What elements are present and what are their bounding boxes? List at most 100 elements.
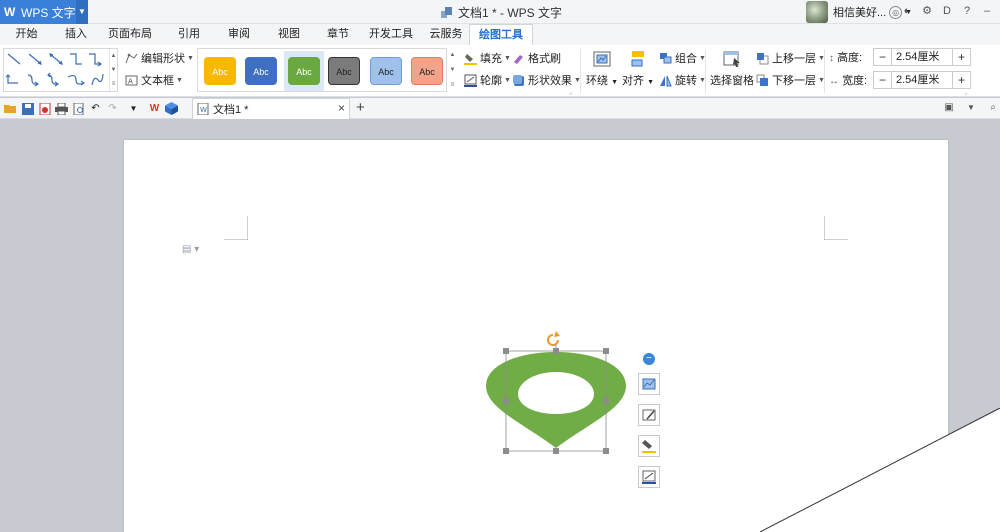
document-icon: W	[197, 103, 209, 115]
new-tab-button[interactable]: +	[356, 98, 365, 118]
app-name: WPS 文字	[21, 5, 76, 20]
user-account[interactable]: 相信美好... ◎ ▼	[806, 0, 912, 24]
collapse-toolbar-button[interactable]: −	[643, 353, 655, 365]
width-label: ↔ 宽度:	[829, 75, 868, 87]
fill-button[interactable]: 填充 ▼	[463, 50, 511, 66]
width-control: ↔ 宽度: − 2.54厘米 +	[829, 71, 971, 89]
rotate-handle-icon[interactable]	[547, 331, 560, 346]
selection-pane-label: 选择窗格	[710, 75, 754, 87]
tab-review[interactable]: 审阅	[217, 24, 261, 45]
paragraph-layout-icon[interactable]: ▤ ▾	[182, 244, 199, 255]
wps-red-logo-icon[interactable]: W	[147, 101, 162, 116]
send-backward-button[interactable]: 下移一层 ▼	[755, 72, 825, 88]
save-icon[interactable]	[20, 101, 35, 116]
shape-effects-icon	[511, 73, 525, 87]
rotate-button[interactable]: 旋转 ▼	[658, 72, 706, 88]
user-name[interactable]: 相信美好...	[833, 4, 886, 20]
tab-insert[interactable]: 插入	[53, 24, 99, 45]
style-gallery-more-button[interactable]: ▲ ▼ ≡	[448, 48, 457, 92]
redo-icon[interactable]: ↷	[105, 101, 120, 116]
screen-icon[interactable]: ▣	[942, 101, 956, 115]
tab-references[interactable]: 引用	[161, 24, 217, 45]
close-tab-button[interactable]: ×	[338, 101, 345, 115]
undo-icon[interactable]: ↶	[88, 101, 103, 116]
height-decrease-button[interactable]: −	[874, 49, 891, 65]
ribbon: ▲ ▼ ≡ 编辑形状 ▼ A 文本框 ▼ Abc Abc Abc Abc Abc A…	[0, 45, 1000, 97]
selection-pane-button[interactable]: 选择窗格	[710, 49, 754, 88]
document-tab[interactable]: W 文档1 * ×	[192, 98, 350, 119]
shape-effects-label: 形状效果	[528, 75, 572, 87]
send-backward-label: 下移一层	[772, 75, 816, 87]
width-decrease-button[interactable]: −	[874, 72, 891, 88]
chevron-down-icon: ▼	[176, 76, 183, 84]
tab-page-layout[interactable]: 页面布局	[99, 24, 161, 45]
print-icon[interactable]	[54, 101, 69, 116]
group-label: 组合	[675, 53, 697, 65]
line-shape-gallery[interactable]: ▲ ▼ ≡	[3, 48, 118, 92]
outline-float-button[interactable]	[638, 466, 660, 488]
style-swatch-2[interactable]: Abc	[245, 57, 277, 85]
style-swatch-6[interactable]: Abc	[411, 57, 443, 85]
width-increase-button[interactable]: +	[953, 72, 970, 88]
height-stepper[interactable]: − 2.54厘米 +	[873, 48, 971, 66]
dialog-launcher-icon[interactable]: ⌟	[964, 89, 967, 96]
fill-float-button[interactable]	[638, 435, 660, 457]
tab-drawing-tools[interactable]: 绘图工具	[469, 24, 533, 45]
chevron-down-icon[interactable]: ▼	[76, 0, 88, 24]
line-shapes-icon[interactable]	[4, 49, 109, 91]
tab-developer[interactable]: 开发工具	[359, 24, 423, 45]
chevron-down-icon: ▼	[187, 54, 194, 62]
share-icon[interactable]: D	[940, 4, 954, 18]
customize-chevron-icon[interactable]: ▼	[126, 101, 141, 116]
dialog-launcher-icon[interactable]: ⌟	[569, 89, 572, 96]
avatar[interactable]	[806, 1, 828, 23]
width-stepper[interactable]: − 2.54厘米 +	[873, 71, 971, 89]
bring-forward-button[interactable]: 上移一层 ▼	[755, 50, 825, 66]
text-box-button[interactable]: A 文本框 ▼	[124, 72, 183, 88]
bring-forward-icon	[755, 51, 769, 65]
document-icon	[441, 7, 452, 18]
wrap-button[interactable]: 环绕 ▼	[586, 49, 618, 88]
app-menu-button[interactable]: W WPS 文字 ▼	[0, 0, 88, 24]
layout-options-button[interactable]	[638, 373, 660, 395]
selected-shape[interactable]	[480, 330, 635, 460]
ribbon-separator	[705, 49, 706, 93]
align-button[interactable]: 对齐 ▼	[622, 49, 654, 88]
skin-icon[interactable]: ◐	[900, 4, 914, 18]
tab-chapter[interactable]: 章节	[317, 24, 359, 45]
cube-icon[interactable]	[164, 101, 179, 116]
help-icon[interactable]: ?	[960, 4, 974, 18]
open-folder-icon[interactable]	[3, 101, 18, 116]
height-input[interactable]: 2.54厘米	[891, 49, 953, 65]
style-swatch-1[interactable]: Abc	[204, 57, 236, 85]
tab-home[interactable]: 开始	[0, 24, 53, 45]
width-input[interactable]: 2.54厘米	[891, 72, 953, 88]
gallery-scrollbar[interactable]: ▲ ▼ ≡	[109, 49, 117, 91]
export-pdf-icon[interactable]	[37, 101, 52, 116]
edit-shape-float-button[interactable]	[638, 404, 660, 426]
align-icon	[631, 51, 644, 67]
fill-bucket-icon	[463, 51, 477, 65]
edit-shape-button[interactable]: 编辑形状 ▼	[124, 50, 194, 66]
style-swatch-4[interactable]: Abc	[328, 57, 360, 85]
format-painter-button[interactable]: 格式刷	[511, 50, 561, 66]
settings-icon[interactable]: ⚙	[920, 4, 934, 18]
style-swatch-5[interactable]: Abc	[370, 57, 402, 85]
shape-style-gallery: Abc Abc Abc Abc Abc Abc	[197, 48, 447, 92]
outline-button[interactable]: 轮廓 ▼	[463, 72, 511, 88]
fill-bucket-icon	[642, 440, 656, 453]
options-chevron-icon[interactable]: ▼	[964, 101, 978, 115]
style-swatch-3[interactable]: Abc	[288, 57, 320, 85]
search-icon[interactable]: ⌕	[986, 101, 1000, 115]
tab-cloud[interactable]: 云服务	[423, 24, 469, 45]
title-bar-icons: ◐ ⚙ D ? –	[900, 4, 994, 18]
wrap-label: 环绕	[586, 75, 608, 87]
height-increase-button[interactable]: +	[953, 49, 970, 65]
shape-effects-button[interactable]: 形状效果 ▼	[511, 72, 581, 88]
quick-access-icons: ↶ ↷ ▼ W	[3, 101, 179, 116]
rotate-icon	[658, 73, 672, 87]
tab-view[interactable]: 视图	[261, 24, 317, 45]
minimize-icon[interactable]: –	[980, 4, 994, 18]
group-button[interactable]: 组合 ▼	[658, 50, 706, 66]
print-preview-icon[interactable]	[71, 101, 86, 116]
